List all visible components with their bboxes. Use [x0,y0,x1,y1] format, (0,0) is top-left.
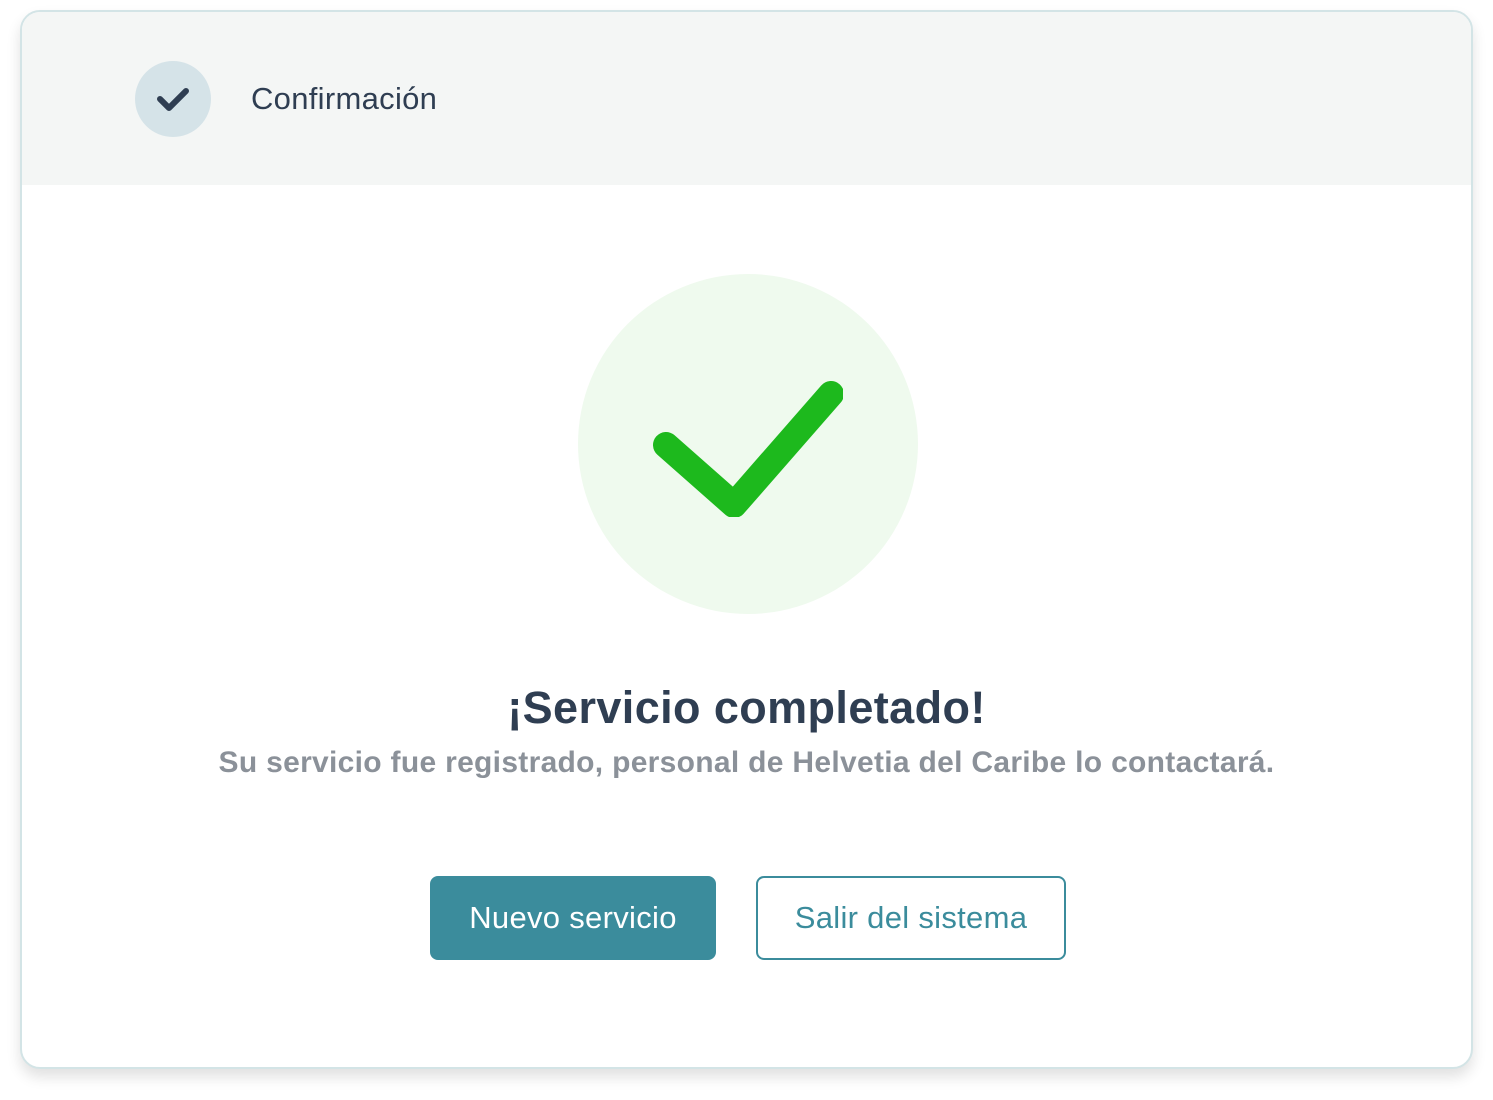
check-icon [157,88,189,111]
exit-system-button[interactable]: Salir del sistema [756,876,1066,960]
success-title: ¡Servicio completado! [507,682,986,733]
success-circle [578,274,918,614]
new-service-button[interactable]: Nuevo servicio [430,876,716,960]
confirmation-card: Confirmación ¡Servicio completado! Su se… [20,10,1473,1069]
success-check-icon [653,381,843,517]
success-message: Su servicio fue registrado, personal de … [218,746,1275,779]
step-badge [135,61,211,137]
card-header: Confirmación [22,12,1471,185]
step-label: Confirmación [251,81,438,116]
